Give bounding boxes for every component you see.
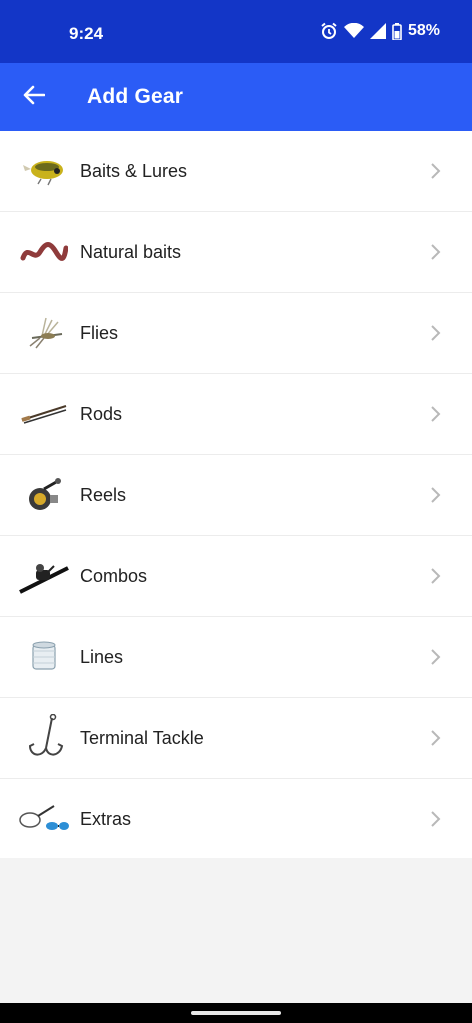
category-label: Combos — [80, 566, 148, 586]
category-label: Natural baits — [80, 242, 182, 262]
rod-icon — [18, 392, 70, 436]
alarm-icon — [320, 22, 338, 40]
category-label: Baits & Lures — [80, 161, 188, 181]
category-baits-lures[interactable]: Baits & Lures — [0, 131, 472, 212]
status-time: 9:24 — [69, 24, 104, 43]
category-lines[interactable]: Lines — [0, 617, 472, 698]
category-label: Terminal Tackle — [80, 728, 204, 748]
category-natural-baits[interactable]: Natural baits — [0, 212, 472, 293]
chevron-right-icon — [430, 162, 442, 180]
category-label: Extras — [80, 809, 132, 829]
page-title: Add Gear — [87, 85, 184, 108]
line-spool-icon — [18, 635, 70, 679]
category-label: Flies — [80, 323, 119, 343]
system-nav-bar — [0, 1003, 472, 1023]
chevron-right-icon — [430, 648, 442, 666]
category-combos[interactable]: Combos — [0, 536, 472, 617]
lure-icon — [18, 149, 70, 193]
wifi-icon — [343, 23, 364, 39]
signal-icon — [369, 23, 386, 39]
category-rods[interactable]: Rods — [0, 374, 472, 455]
combo-icon — [18, 554, 70, 598]
battery-icon — [392, 22, 402, 40]
hook-icon — [18, 714, 70, 760]
chevron-right-icon — [430, 810, 442, 828]
extras-icon — [18, 797, 70, 841]
chevron-right-icon — [430, 324, 442, 342]
chevron-right-icon — [430, 486, 442, 504]
worm-icon — [18, 230, 70, 274]
app-bar: Add Gear — [0, 63, 472, 131]
category-terminal-tackle[interactable]: Terminal Tackle — [0, 698, 472, 779]
fly-icon — [18, 311, 70, 355]
chevron-right-icon — [430, 243, 442, 261]
category-flies[interactable]: Flies — [0, 293, 472, 374]
reel-icon — [18, 473, 70, 517]
status-icons: 58% — [320, 22, 440, 40]
category-label: Reels — [80, 485, 127, 505]
category-extras[interactable]: Extras — [0, 779, 472, 858]
chevron-right-icon — [430, 567, 442, 585]
chevron-right-icon — [430, 729, 442, 747]
category-label: Lines — [80, 647, 124, 667]
status-bar: 9:24 58% — [0, 0, 472, 63]
home-gesture-handle[interactable] — [191, 1011, 281, 1015]
category-reels[interactable]: Reels — [0, 455, 472, 536]
back-button[interactable] — [14, 77, 54, 117]
gear-category-list: Baits & Lures Natural baits Flies Rods R… — [0, 131, 472, 858]
arrow-back-icon — [23, 85, 46, 110]
chevron-right-icon — [430, 405, 442, 423]
battery-percent: 58% — [407, 22, 440, 39]
category-label: Rods — [80, 404, 123, 424]
